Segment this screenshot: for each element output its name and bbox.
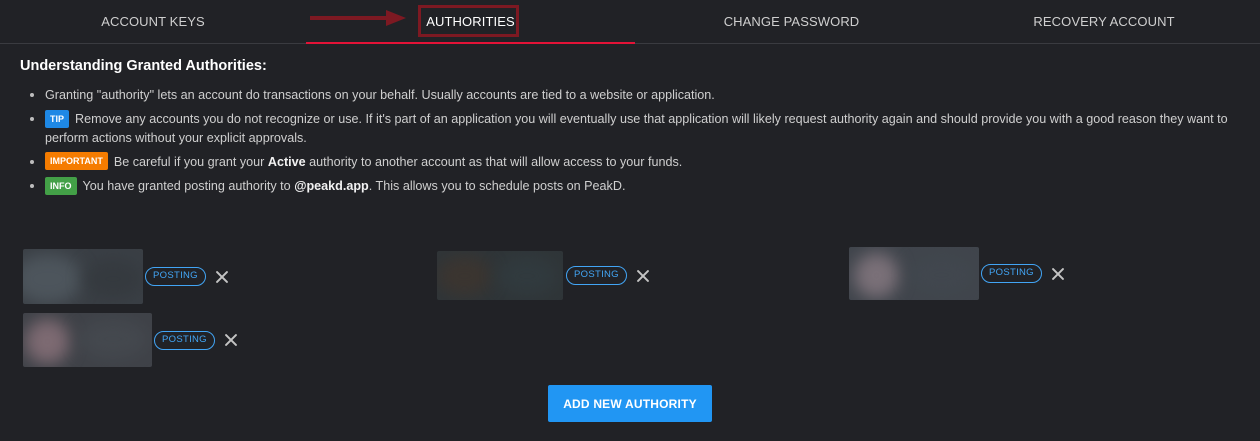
important-text-bold: Active: [267, 154, 306, 169]
posting-tag[interactable]: POSTING: [981, 264, 1042, 283]
avatar: [23, 249, 143, 304]
posting-tag[interactable]: POSTING: [154, 330, 215, 350]
avatar: [23, 313, 152, 367]
close-icon[interactable]: [215, 270, 229, 284]
authority-item: POSTING: [849, 247, 1065, 300]
info-text-bold: @peakd.app: [294, 179, 369, 194]
tab-recovery-account[interactable]: RECOVERY ACCOUNT: [948, 0, 1260, 43]
tip-badge: TIP: [45, 109, 70, 128]
important-text-post: authority to another account as that wil…: [305, 154, 683, 169]
info-text: Granting "authority" lets an account do …: [45, 88, 715, 102]
info-text-pre: You have granted posting authority to: [82, 179, 295, 194]
important-text-pre: Be careful if you grant your: [113, 154, 268, 169]
info-badge: INFO: [45, 177, 77, 196]
list-item: TIP Remove any accounts you do not recogn…: [28, 109, 1248, 147]
info-list: Granting "authority" lets an account do …: [28, 86, 1248, 202]
authority-item: POSTING: [437, 251, 650, 300]
tab-bar: ACCOUNT KEYS AUTHORITIES CHANGE PASSWORD…: [0, 0, 1260, 44]
tab-change-password[interactable]: CHANGE PASSWORD: [635, 0, 948, 43]
close-icon[interactable]: [636, 269, 650, 283]
close-icon[interactable]: [224, 333, 238, 347]
list-item: INFO You have granted posting authority t…: [28, 177, 1248, 196]
highlight-box: [418, 5, 519, 37]
arrow-icon: [310, 10, 406, 26]
tip-text: Remove any accounts you do not recognize…: [45, 112, 1228, 145]
close-icon[interactable]: [1051, 267, 1065, 281]
avatar: [437, 251, 563, 300]
authorities-page: ACCOUNT KEYS AUTHORITIES CHANGE PASSWORD…: [0, 0, 1260, 441]
avatar: [849, 247, 979, 300]
important-badge: IMPORTANT: [45, 152, 108, 171]
list-item: IMPORTANT Be careful if you grant your Ac…: [28, 152, 1248, 172]
authority-item: POSTING: [23, 313, 238, 367]
section-heading: Understanding Granted Authorities:: [20, 58, 267, 74]
info-text-post: . This allows you to schedule posts on P…: [368, 179, 626, 194]
posting-tag[interactable]: POSTING: [566, 266, 627, 285]
active-tab-indicator: [306, 42, 635, 44]
posting-tag[interactable]: POSTING: [145, 267, 206, 286]
list-item: Granting "authority" lets an account do …: [28, 86, 1248, 104]
tab-account-keys[interactable]: ACCOUNT KEYS: [0, 0, 306, 43]
authority-item: POSTING: [23, 249, 229, 304]
add-new-authority-button[interactable]: ADD NEW AUTHORITY: [548, 385, 712, 422]
